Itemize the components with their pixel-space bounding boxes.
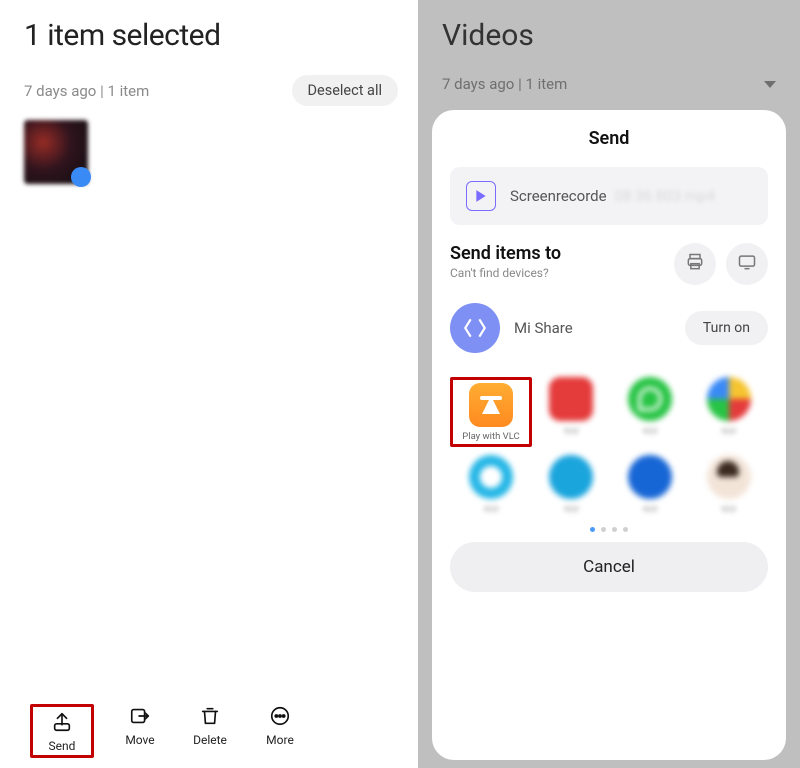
- mi-share-row: Mi Share Turn on: [450, 299, 768, 373]
- page-title: 1 item selected: [24, 18, 398, 53]
- sheet-title: Send: [450, 128, 768, 149]
- vlc-icon: [469, 383, 513, 427]
- send-icon: [50, 710, 74, 734]
- delete-icon: [198, 704, 222, 728]
- section-meta: 7 days ago | 1 item: [24, 82, 149, 100]
- send-items-title: Send items to: [450, 243, 561, 264]
- page-dot-active: [590, 527, 595, 532]
- print-button[interactable]: [674, 243, 716, 285]
- mi-share-icon: [450, 303, 500, 353]
- share-target-app[interactable]: app: [536, 377, 606, 447]
- share-sheet: Send Screenrecorde08 36 803 mp4 Send ite…: [432, 110, 786, 760]
- deselect-all-button[interactable]: Deselect all: [292, 75, 398, 106]
- share-target-app[interactable]: app: [615, 377, 685, 447]
- video-thumbnail[interactable]: [24, 120, 88, 184]
- cast-button[interactable]: [726, 243, 768, 285]
- section-meta: 7 days ago | 1 item: [442, 75, 567, 93]
- page-dots: [450, 527, 768, 532]
- send-items-sub[interactable]: Can't find devices?: [450, 266, 561, 280]
- annotation-highlight-send: Send: [30, 704, 94, 758]
- cast-icon: [737, 252, 757, 276]
- share-apps-grid: Play with VLC app app app app app app ap…: [450, 377, 768, 542]
- page-title: Videos: [442, 18, 786, 53]
- bottom-action-bar: Send Move Delete More: [0, 704, 418, 758]
- page-dot: [623, 527, 628, 532]
- more-button[interactable]: More: [256, 704, 304, 758]
- gallery-selection-screen: 1 item selected 7 days ago | 1 item Dese…: [0, 0, 418, 768]
- page-dot: [612, 527, 617, 532]
- share-target-app[interactable]: app: [536, 455, 606, 515]
- selected-check-badge: [71, 167, 91, 187]
- videos-screen: Videos 7 days ago | 1 item Send Screenre…: [418, 0, 800, 768]
- share-target-app[interactable]: app: [456, 455, 526, 515]
- move-button[interactable]: Move: [116, 704, 164, 758]
- mi-share-label: Mi Share: [514, 319, 573, 337]
- send-button[interactable]: Send: [38, 710, 86, 753]
- page-dot: [601, 527, 606, 532]
- move-icon: [128, 704, 152, 728]
- chevron-down-icon[interactable]: [764, 81, 776, 88]
- video-file-icon: [466, 181, 496, 211]
- delete-button[interactable]: Delete: [186, 704, 234, 758]
- section-header-row: 7 days ago | 1 item Deselect all: [24, 75, 398, 106]
- file-name: Screenrecorde08 36 803 mp4: [510, 187, 752, 205]
- print-icon: [685, 252, 705, 276]
- share-target-play-with-vlc[interactable]: Play with VLC: [456, 383, 526, 443]
- send-items-header: Send items to Can't find devices?: [450, 243, 768, 285]
- more-icon: [268, 704, 292, 728]
- annotation-highlight-vlc: Play with VLC: [450, 377, 532, 447]
- share-target-app[interactable]: app: [694, 455, 764, 515]
- file-preview-row[interactable]: Screenrecorde08 36 803 mp4: [450, 167, 768, 225]
- turn-on-button[interactable]: Turn on: [685, 311, 768, 345]
- cancel-button[interactable]: Cancel: [450, 542, 768, 592]
- share-target-app[interactable]: app: [615, 455, 685, 515]
- section-header-row: 7 days ago | 1 item: [442, 75, 786, 93]
- share-target-app[interactable]: app: [694, 377, 764, 447]
